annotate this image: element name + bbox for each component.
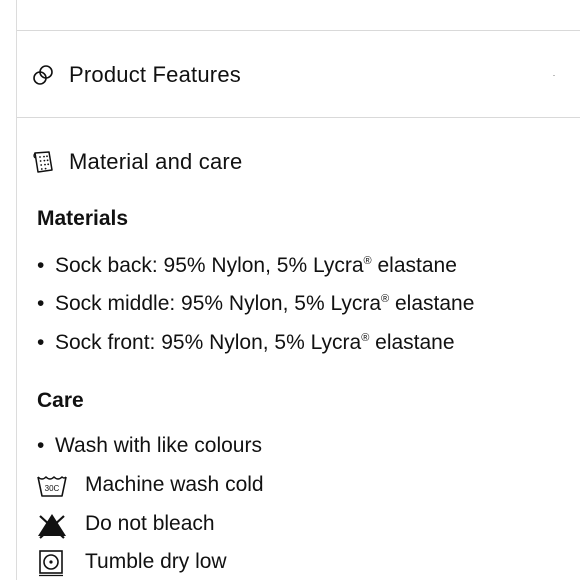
product-features-accordion-header[interactable]: Product Features — [17, 55, 580, 95]
care-instruction-label: Machine wash cold — [85, 473, 264, 496]
material-and-care-title: Material and care — [69, 149, 243, 174]
material-item: • Sock middle: 95% Nylon, 5% Lycra® elast… — [37, 292, 475, 315]
care-item: • Wash with like colours — [37, 434, 262, 457]
material-item: • Sock front: 95% Nylon, 5% Lycra® elasta… — [37, 331, 455, 354]
divider — [17, 30, 580, 31]
bullet-dot: • — [37, 292, 45, 315]
overlapping-circles-icon — [33, 65, 53, 85]
expand-indicator — [553, 75, 555, 76]
material-and-care-accordion-header[interactable]: Material and care — [17, 142, 580, 182]
fabric-tag-icon — [33, 151, 53, 173]
material-item: • Sock back: 95% Nylon, 5% Lycra® elastan… — [37, 254, 457, 277]
care-instruction-row: Tumble dry low — [35, 548, 227, 578]
bullet-dot: • — [37, 331, 45, 354]
bullet-dot: • — [37, 434, 45, 457]
care-instruction-label: Do not bleach — [85, 512, 215, 535]
divider — [17, 117, 580, 118]
care-instruction-row: 30C Machine wash cold — [35, 471, 264, 501]
care-heading: Care — [37, 389, 84, 412]
tumble-dry-low-icon — [39, 550, 63, 577]
product-details-panel: Product Features Material and care Mater… — [16, 0, 580, 580]
svg-text:30C: 30C — [45, 484, 60, 493]
care-instruction-row: Do not bleach — [35, 510, 215, 540]
bullet-dot: • — [37, 254, 45, 277]
materials-heading: Materials — [37, 207, 129, 230]
product-features-title: Product Features — [69, 62, 241, 87]
wash-30c-icon: 30C — [37, 476, 67, 497]
care-instruction-label: Tumble dry low — [85, 550, 227, 573]
no-bleach-icon — [38, 514, 66, 539]
